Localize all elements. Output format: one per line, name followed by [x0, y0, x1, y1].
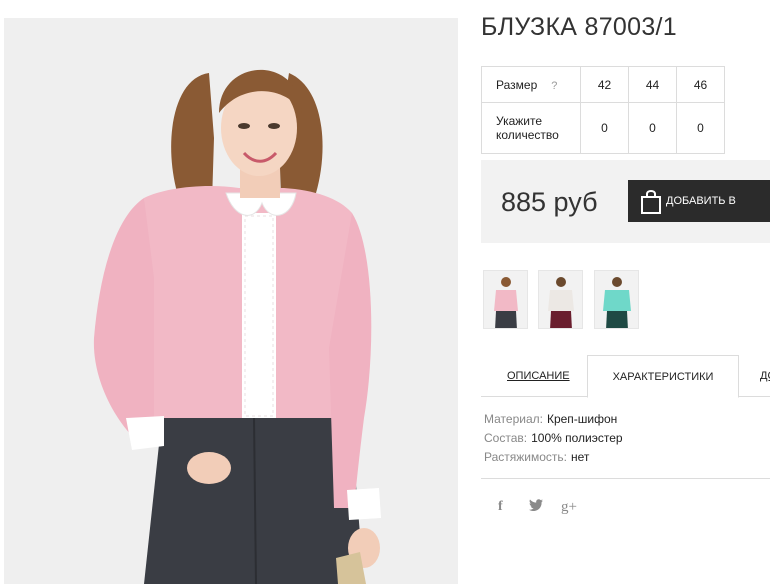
add-to-cart-label: ДОБАВИТЬ В — [666, 195, 736, 207]
price-box: 885 руб ДОБАВИТЬ В — [481, 160, 770, 243]
spec-key: Материал: — [484, 412, 543, 426]
spec-value: Креп-шифон — [546, 412, 618, 426]
add-to-cart-button[interactable]: ДОБАВИТЬ В — [628, 180, 770, 222]
divider — [481, 478, 770, 479]
spec-key: Растяжимость: — [484, 450, 568, 464]
tab-characteristics[interactable]: ХАРАКТЕРИСТИКИ — [587, 355, 739, 398]
thumbnail-pink[interactable] — [483, 270, 528, 329]
quantity-input-44[interactable]: 0 — [628, 102, 677, 154]
spec-row-material: Материал: Креп-шифон — [484, 410, 623, 429]
tab-description[interactable]: ОПИСАНИЕ — [507, 355, 570, 397]
model-illustration — [4, 18, 458, 584]
spec-row-composition: Состав: 100% полиэстер — [484, 429, 623, 448]
google-plus-icon[interactable]: g+ — [561, 499, 577, 516]
quantity-label-line1: Укажите — [496, 114, 543, 128]
quantity-label-line2: количество — [496, 128, 559, 142]
spec-row-stretch: Растяжимость: нет — [484, 448, 623, 467]
thumbnail-mint[interactable] — [594, 270, 639, 329]
photo-mint-blouse-icon — [595, 271, 638, 328]
shopping-bag-icon — [639, 189, 663, 218]
quantity-label-cell: Укажите количество — [481, 102, 581, 154]
characteristics-list: Материал: Креп-шифон Состав: 100% полиэсте… — [484, 410, 623, 467]
product-main-photo[interactable] — [4, 18, 458, 584]
size-44: 44 — [628, 66, 677, 103]
product-title: БЛУЗКА 87003/1 — [481, 13, 677, 41]
spec-value: 100% полиэстер — [531, 431, 623, 445]
price: 885 руб — [501, 187, 598, 217]
size-label-cell: Размер? — [481, 66, 581, 103]
size-quantity-table: Размер? 42 44 46 Укажите количество 0 0 … — [481, 66, 725, 154]
twitter-icon[interactable] — [529, 499, 543, 514]
size-46: 46 — [676, 66, 725, 103]
help-icon[interactable]: ? — [551, 80, 557, 92]
facebook-icon[interactable]: f — [498, 499, 503, 515]
size-label: Размер — [496, 77, 538, 92]
product-tabs: ОПИСАНИЕ ХАРАКТЕРИСТИКИ ДО — [481, 355, 770, 398]
photo-pink-blouse-icon — [484, 271, 527, 328]
quantity-row: Укажите количество 0 0 0 — [481, 102, 725, 154]
tab-delivery[interactable]: ДО — [760, 355, 770, 397]
spec-value: нет — [571, 450, 590, 464]
size-row: Размер? 42 44 46 — [481, 66, 725, 103]
spec-key: Состав: — [484, 431, 528, 445]
quantity-input-46[interactable]: 0 — [676, 102, 725, 154]
size-42: 42 — [580, 66, 629, 103]
photo-white-blouse-icon — [539, 271, 582, 328]
thumbnail-white[interactable] — [538, 270, 583, 329]
quantity-input-42[interactable]: 0 — [580, 102, 629, 154]
